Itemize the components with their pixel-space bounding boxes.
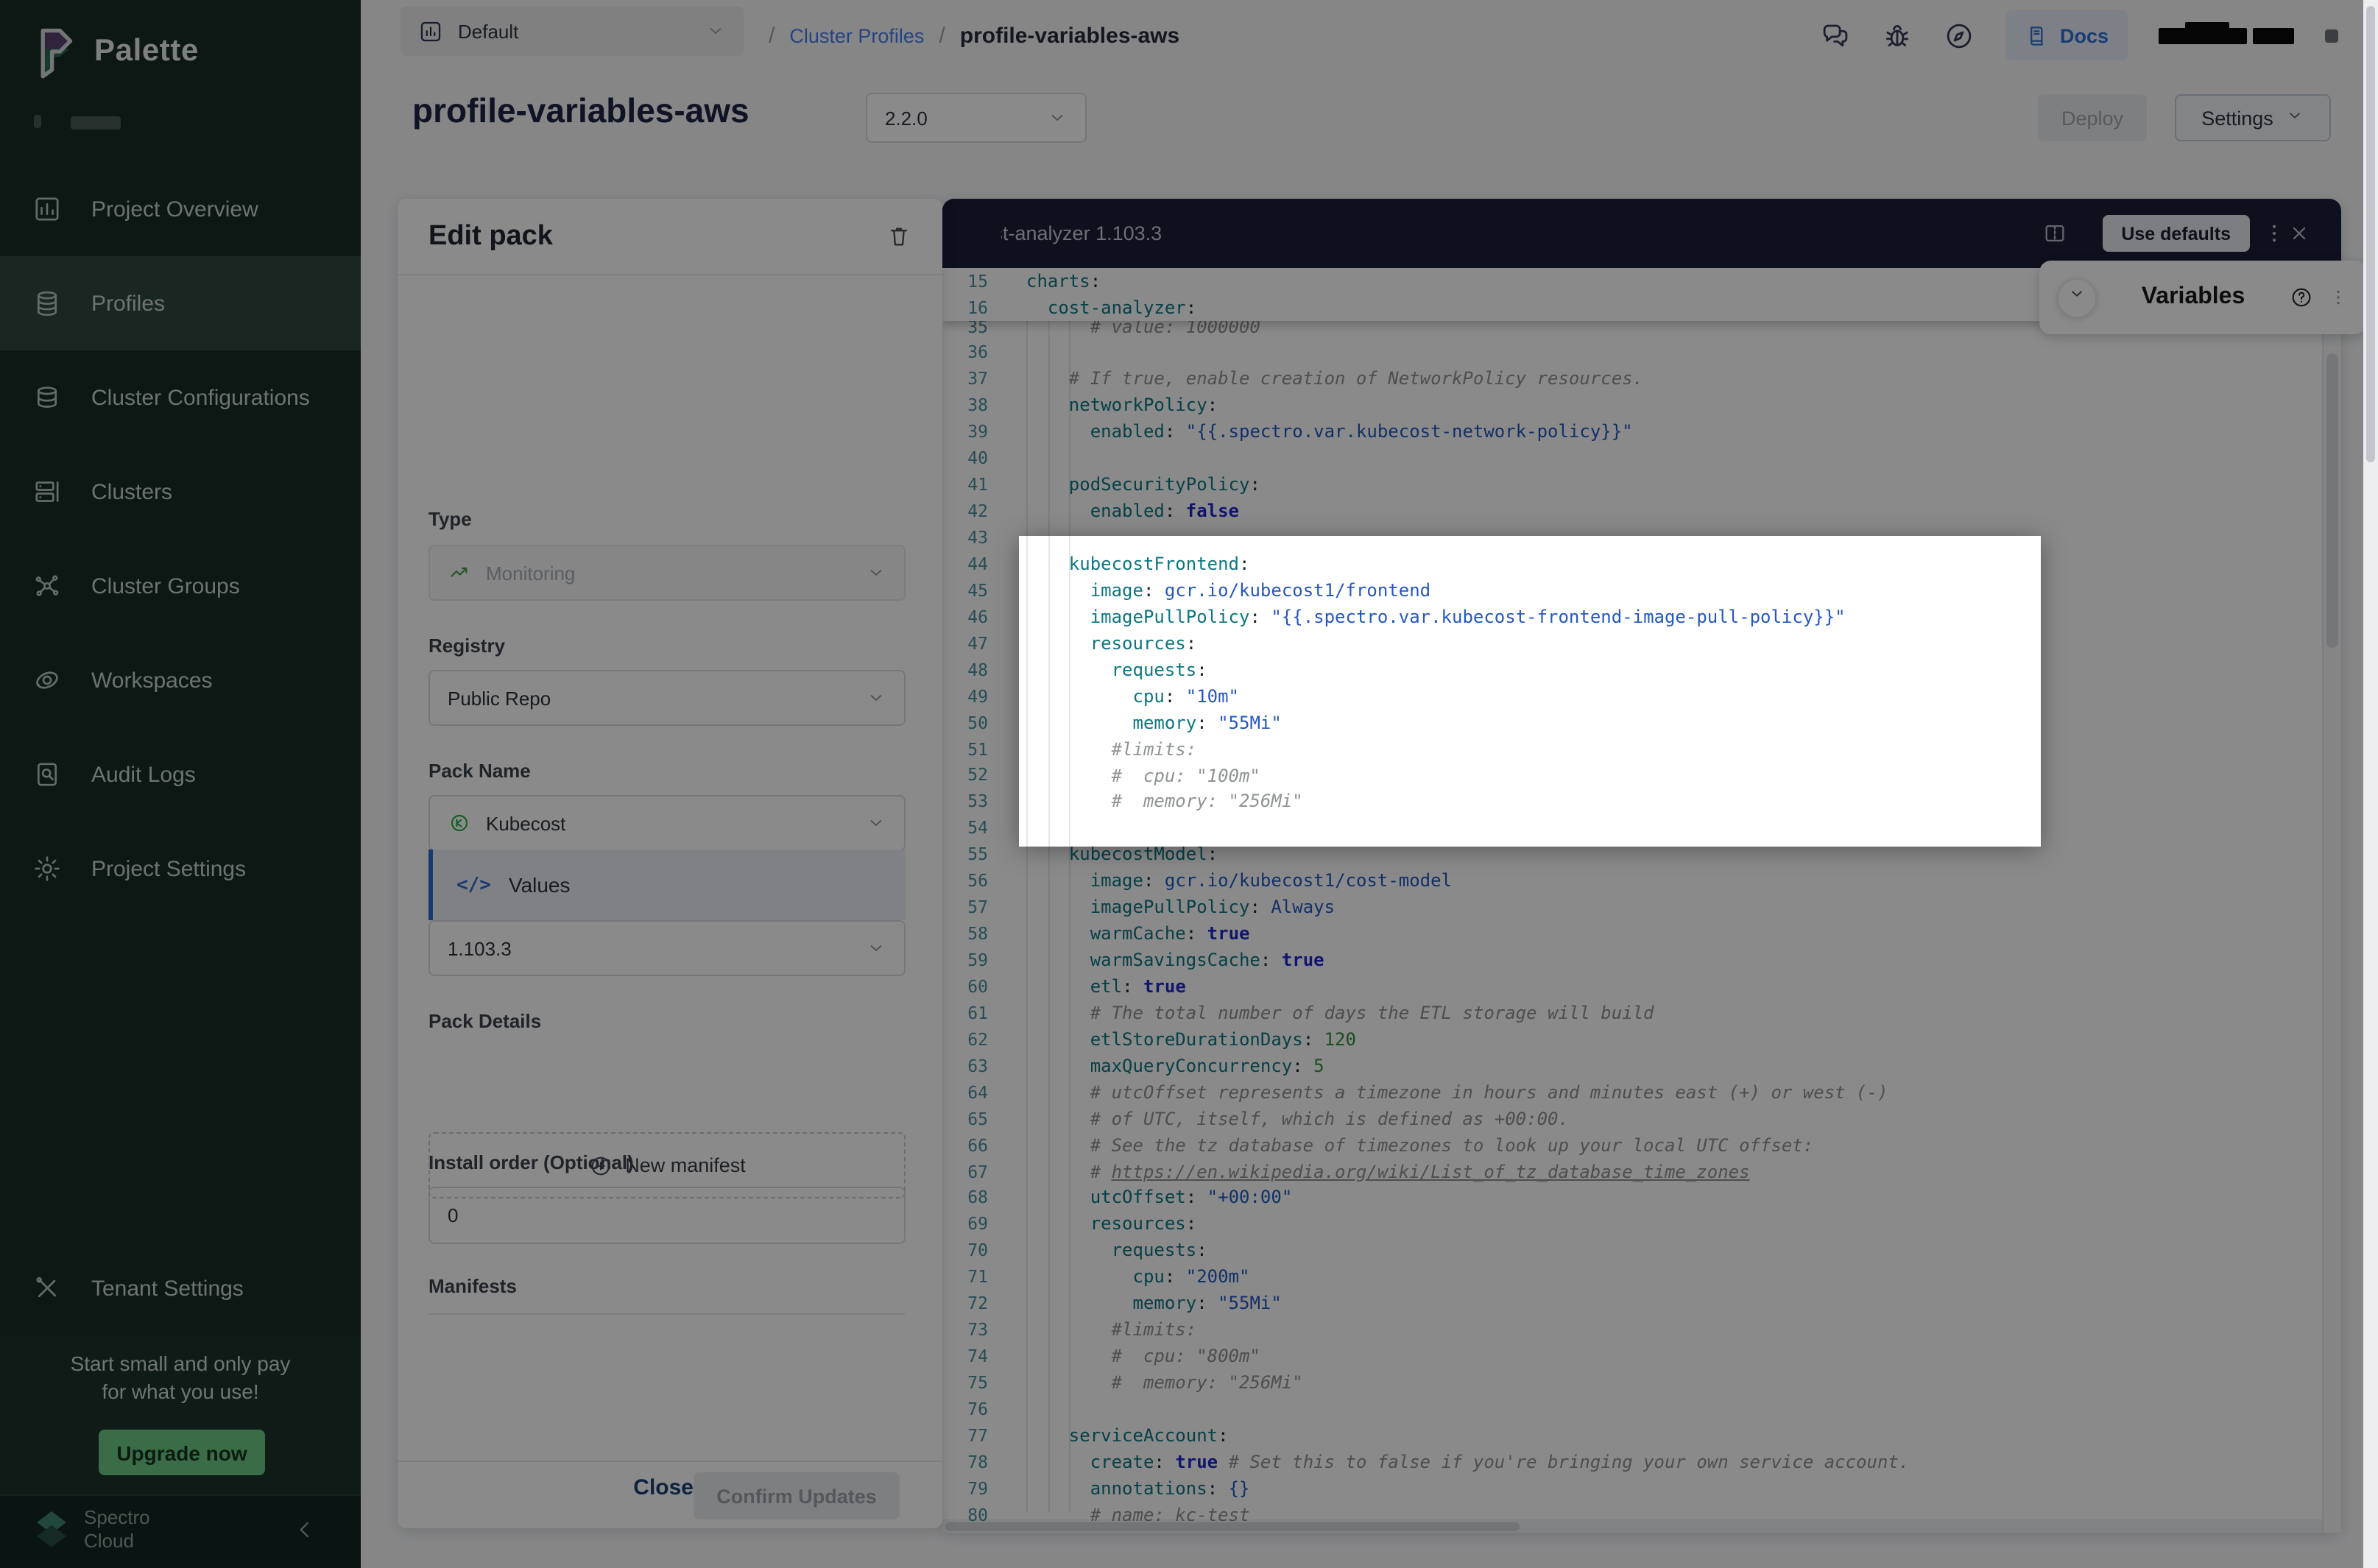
code-line: # cpu: "100m" <box>1019 763 2041 790</box>
code-line: #limits: <box>1019 737 2041 763</box>
code-line: requests: <box>1019 658 2041 685</box>
page-scrollbar[interactable] <box>2363 0 2378 1568</box>
code-line <box>1019 816 2041 843</box>
code-line: # memory: "256Mi" <box>1019 790 2041 816</box>
app-window: Palette Project OverviewProfilesCluster … <box>0 0 2378 1568</box>
code-line: resources: <box>1019 632 2041 658</box>
code-line: cpu: "10m" <box>1019 684 2041 710</box>
highlighted-code-lines: kubecostFrontend: image: gcr.io/kubecost… <box>1019 552 2041 843</box>
code-line: imagePullPolicy: "{{.spectro.var.kubecos… <box>1019 605 2041 632</box>
code-line: image: gcr.io/kubecost1/frontend <box>1019 579 2041 605</box>
code-line: memory: "55Mi" <box>1019 710 2041 737</box>
highlighted-code-region: kubecostFrontend: image: gcr.io/kubecost… <box>1019 536 2041 847</box>
code-line: kubecostFrontend: <box>1019 552 2041 579</box>
